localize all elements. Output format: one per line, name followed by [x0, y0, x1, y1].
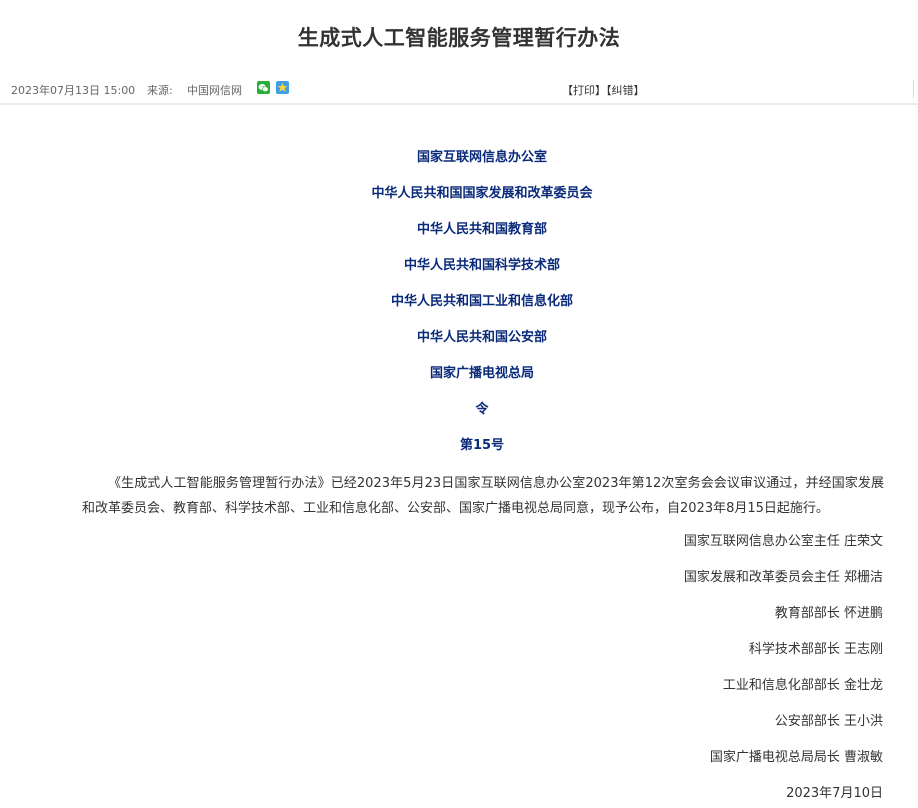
issuer-cac: 国家互联网信息办公室	[416, 150, 547, 165]
signature-line: 科学技术部部长 王志刚	[748, 642, 883, 657]
publish-date: 2023年07月13日 15:00	[11, 84, 136, 97]
signature-line: 国家发展和改革委员会主任 郑栅洁	[683, 570, 883, 585]
signature-line: 国家互联网信息办公室主任 庄荣文	[683, 534, 883, 549]
article-actions: 【打印】【纠错】	[562, 82, 645, 98]
qzone-star-icon[interactable]	[276, 81, 289, 94]
signature-line: 工业和信息化部部长 金壮龙	[722, 678, 883, 693]
order-label: 令	[475, 402, 489, 417]
issuer-mps: 中华人民共和国公安部	[416, 330, 547, 345]
wechat-icon[interactable]	[257, 81, 270, 94]
issuer-moe: 中华人民共和国教育部	[416, 222, 547, 237]
issuer-miit: 中华人民共和国工业和信息化部	[390, 294, 573, 309]
order-number: 第15号	[459, 438, 505, 453]
print-link[interactable]: 【打印】	[562, 84, 606, 97]
issuer-most: 中华人民共和国科学技术部	[403, 258, 560, 273]
signature-line: 公安部部长 王小洪	[774, 714, 883, 729]
issuer-nrta: 国家广播电视总局	[429, 366, 534, 381]
announcement-paragraph: 《生成式人工智能服务管理暂行办法》已经2023年5月23日国家互联网信息办公室2…	[82, 476, 884, 516]
share-sidebar-edge	[913, 80, 918, 98]
signature-line: 教育部部长 怀进鹏	[774, 606, 883, 621]
issuer-ndrc: 中华人民共和国国家发展和改革委员会	[371, 186, 593, 201]
error-report-link[interactable]: 【纠错】	[606, 84, 645, 97]
signing-date: 2023年7月10日	[786, 786, 883, 801]
signature-block: 国家互联网信息办公室主任 庄荣文 国家发展和改革委员会主任 郑栅洁 教育部部长 …	[684, 532, 883, 808]
issuing-authorities: 国家互联网信息办公室 中华人民共和国国家发展和改革委员会 中华人民共和国教育部 …	[0, 148, 918, 472]
source-name: 中国网信网	[187, 84, 242, 97]
page-title: 生成式人工智能服务管理暂行办法	[297, 26, 621, 50]
meta-bar: 2023年07月13日 15:00 来源: 中国网信网 【打印】【纠错】	[0, 75, 918, 105]
source-label: 来源:	[147, 84, 173, 97]
signature-line: 国家广播电视总局局长 曹淑敏	[709, 750, 883, 765]
